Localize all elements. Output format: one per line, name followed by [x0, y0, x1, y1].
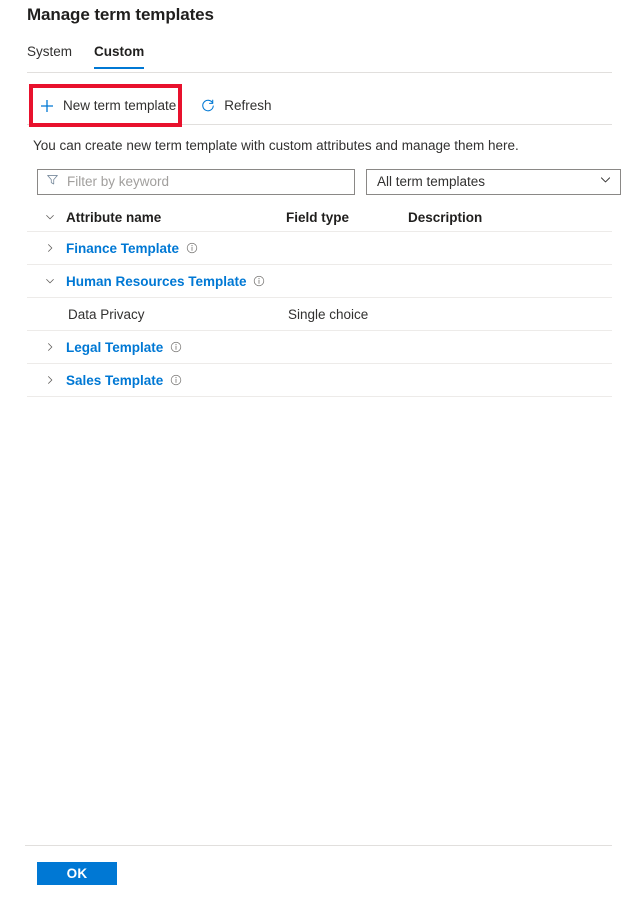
row-expand-toggle[interactable]: [27, 274, 66, 288]
tab-custom[interactable]: Custom: [94, 44, 145, 69]
template-name-link[interactable]: Sales Template: [66, 373, 163, 388]
row-expand-toggle[interactable]: [27, 340, 66, 354]
term-templates-dropdown[interactable]: All term templates: [366, 169, 621, 195]
row-expand-toggle[interactable]: [27, 373, 66, 387]
info-icon[interactable]: [169, 374, 182, 387]
tab-system[interactable]: System: [27, 44, 72, 69]
column-header-attribute-name[interactable]: Attribute name: [66, 210, 286, 225]
filter-row: Filter by keyword All term templates: [37, 169, 621, 195]
template-name-link[interactable]: Human Resources Template: [66, 274, 247, 289]
page-title: Manage term templates: [27, 5, 214, 24]
info-icon[interactable]: [169, 341, 182, 354]
refresh-icon: [200, 98, 216, 114]
chevron-down-icon: [599, 173, 612, 191]
footer-divider: [25, 845, 612, 846]
info-icon[interactable]: [185, 242, 198, 255]
table-row-child: Data Privacy Single choice: [27, 298, 612, 331]
page-description: You can create new term template with cu…: [33, 138, 519, 153]
table-row[interactable]: Finance Template: [27, 232, 612, 265]
tab-list: System Custom: [27, 44, 145, 69]
new-term-template-label: New term template: [63, 98, 177, 113]
chevron-down-icon: [43, 274, 57, 288]
term-templates-dropdown-value: All term templates: [377, 174, 486, 189]
ok-button[interactable]: OK: [37, 862, 117, 885]
chevron-down-icon: [43, 210, 57, 224]
template-name-link[interactable]: Legal Template: [66, 340, 163, 355]
tab-system-label: System: [27, 44, 73, 59]
templates-table: Attribute name Field type Description Fi…: [27, 203, 612, 397]
search-input-placeholder: Filter by keyword: [67, 174, 170, 189]
template-name-link[interactable]: Finance Template: [66, 241, 179, 256]
expand-all-toggle[interactable]: [27, 210, 66, 224]
table-header-row: Attribute name Field type Description: [27, 203, 612, 232]
search-input[interactable]: Filter by keyword: [37, 169, 355, 195]
new-term-template-button[interactable]: New term template: [33, 93, 184, 119]
column-header-description[interactable]: Description: [408, 210, 612, 225]
command-bar-divider: [27, 124, 612, 125]
column-header-field-type[interactable]: Field type: [286, 210, 408, 225]
chevron-right-icon: [43, 373, 57, 387]
refresh-button[interactable]: Refresh: [194, 93, 279, 119]
tabs-divider: [27, 72, 612, 73]
plus-icon: [39, 98, 55, 114]
chevron-right-icon: [43, 241, 57, 255]
info-icon[interactable]: [253, 275, 266, 288]
row-field-type: Single choice: [288, 306, 369, 322]
refresh-label: Refresh: [224, 98, 272, 113]
table-row[interactable]: Human Resources Template: [27, 265, 612, 298]
table-row[interactable]: Legal Template: [27, 331, 612, 364]
command-bar: New term template Refresh: [33, 92, 280, 120]
chevron-right-icon: [43, 340, 57, 354]
row-expand-toggle[interactable]: [27, 241, 66, 255]
table-row[interactable]: Sales Template: [27, 364, 612, 397]
tab-custom-label: Custom: [94, 44, 145, 59]
attribute-name: Data Privacy: [68, 306, 145, 322]
funnel-icon: [46, 173, 59, 191]
